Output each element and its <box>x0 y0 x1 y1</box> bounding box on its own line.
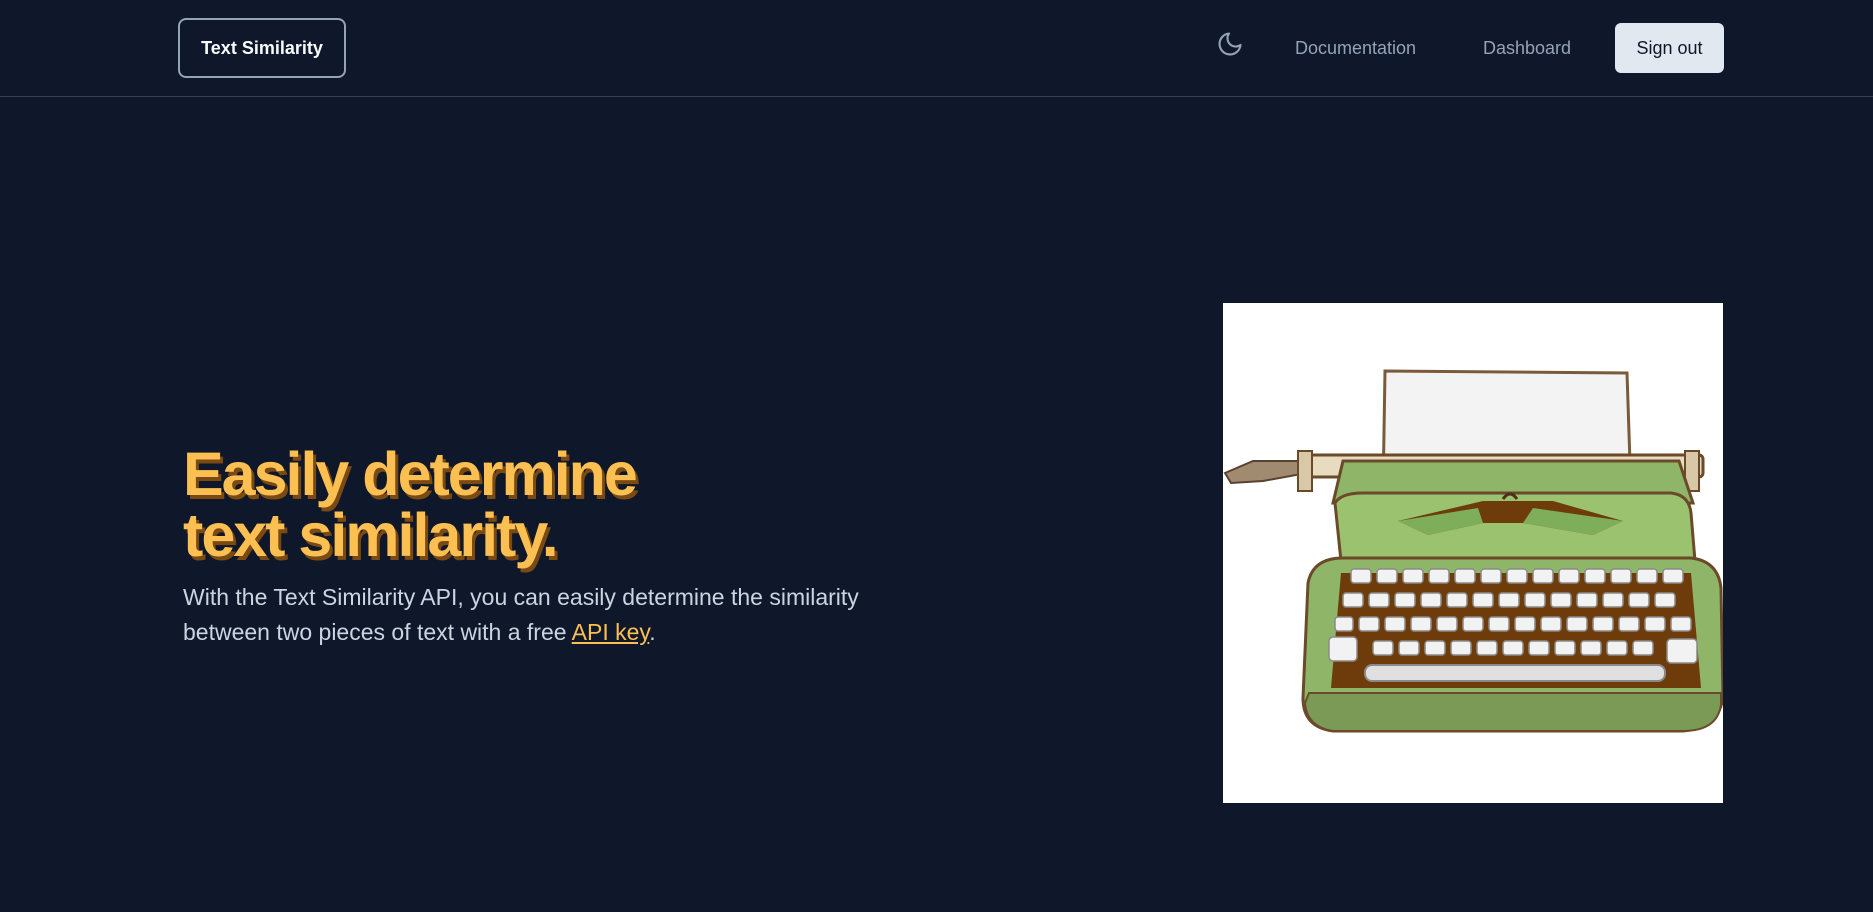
hero-title: Easily determine text similarity. <box>183 444 883 566</box>
brand-logo-button[interactable]: Text Similarity <box>178 18 346 78</box>
hero-description-text: With the Text Similarity API, you can ea… <box>183 584 859 645</box>
theme-toggle-button[interactable] <box>1214 28 1246 60</box>
hero-description-end: . <box>649 619 656 645</box>
hero-title-line-2: text similarity. <box>183 501 559 569</box>
hero-description: With the Text Similarity API, you can ea… <box>183 580 923 650</box>
typewriter-illustration <box>1223 303 1723 803</box>
typewriter-icon <box>1223 369 1723 733</box>
moon-icon <box>1218 32 1242 56</box>
nav-link-dashboard[interactable]: Dashboard <box>1483 30 1571 66</box>
nav-link-documentation[interactable]: Documentation <box>1295 30 1416 66</box>
sign-out-button[interactable]: Sign out <box>1615 23 1724 73</box>
api-key-link[interactable]: API key <box>572 619 650 645</box>
top-navbar: Text Similarity Documentation Dashboard … <box>0 0 1873 97</box>
hero-title-line-1: Easily determine <box>183 440 638 508</box>
